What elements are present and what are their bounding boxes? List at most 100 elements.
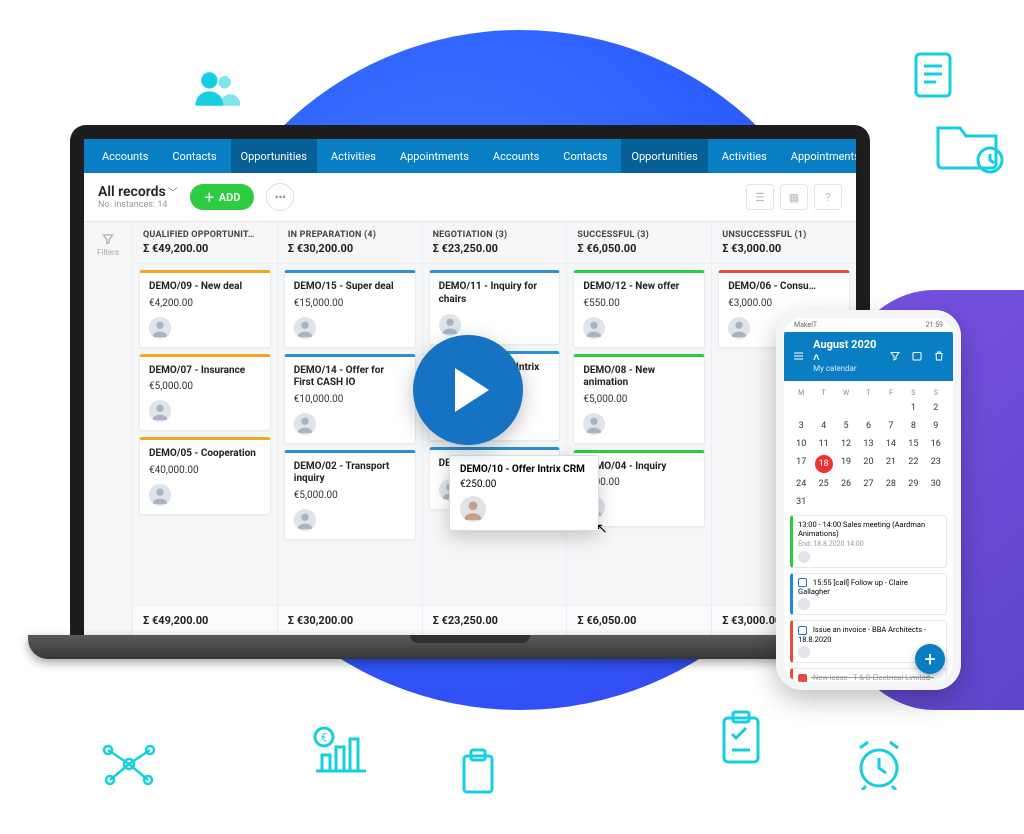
calendar-day[interactable]: 17 — [790, 453, 812, 475]
calendar-day[interactable]: 23 — [925, 453, 947, 475]
opportunity-card[interactable]: DEMO/05 - Cooperation €40,000.00 — [139, 437, 271, 515]
avatar — [149, 317, 171, 339]
column-footer: Σ €6,050.00 — [567, 605, 711, 635]
avatar — [149, 484, 171, 506]
column-header: NEGOTIATION (3) Σ €23,250.00 — [423, 222, 567, 264]
clipboard-icon — [458, 748, 498, 796]
calendar-header: August 2020 ˄ My calendar — [784, 332, 953, 381]
folder-clock-icon — [932, 110, 1006, 176]
calendar-day[interactable]: 6 — [857, 417, 879, 435]
dragging-card[interactable]: DEMO/10 - Offer Intrix CRM €250.00 — [449, 455, 599, 531]
nav-tab-contacts[interactable]: Contacts — [162, 139, 226, 173]
help-icon[interactable]: ? — [814, 184, 842, 210]
calendar-day[interactable]: 10 — [790, 435, 812, 453]
opportunity-card[interactable]: DEMO/12 - New offer €550.00 — [573, 270, 705, 348]
column-header: QUALIFIED OPPORTUNIT… Σ €49,200.00 — [133, 222, 277, 264]
checkbox[interactable] — [798, 674, 807, 682]
column-footer: Σ €23,250.00 — [423, 605, 567, 635]
avatar — [294, 317, 316, 339]
calendar-day[interactable]: 7 — [880, 417, 902, 435]
nav-tab-accounts[interactable]: Accounts — [92, 139, 158, 173]
add-button[interactable]: ＋ ADD — [190, 184, 255, 210]
calendar-day[interactable]: 27 — [857, 475, 879, 493]
opportunity-card[interactable]: DEMO/15 - Super deal €15,000.00 — [284, 270, 416, 348]
opportunity-card[interactable]: DEMO/14 - Offer for First CASH IO €10,00… — [284, 354, 416, 444]
calendar-day[interactable]: 31 — [790, 493, 812, 511]
alarm-clock-icon — [852, 740, 906, 790]
opportunity-card[interactable]: DEMO/07 - Insurance €5,000.00 — [139, 354, 271, 432]
kanban-column: SUCCESSFUL (3) Σ €6,050.00 DEMO/12 - New… — [566, 222, 711, 635]
opportunity-card[interactable]: DEMO/11 - Inquiry for chairs — [429, 270, 561, 345]
nav-tab-contacts[interactable]: Contacts — [553, 139, 617, 173]
nav-tab-appointments[interactable]: Appointments — [781, 139, 870, 173]
today-icon[interactable] — [911, 350, 923, 362]
avatar — [439, 314, 461, 336]
svg-text:€: € — [321, 731, 327, 744]
calendar-day[interactable]: 16 — [925, 435, 947, 453]
calendar-day[interactable]: 26 — [835, 475, 857, 493]
fab-add-button[interactable]: + — [915, 644, 945, 674]
calendar-day[interactable]: 21 — [880, 453, 902, 475]
nav-tab-accounts[interactable]: Accounts — [483, 139, 549, 173]
calendar-day[interactable]: 29 — [902, 475, 924, 493]
chevron-up-icon[interactable]: ˄ — [813, 351, 819, 364]
column-header: UNSUCCESSFUL (1) Σ €3,000.00 — [712, 222, 856, 264]
avatar — [798, 646, 810, 658]
nav-tab-activities[interactable]: Activities — [712, 139, 777, 173]
avatar — [294, 413, 316, 435]
calendar-day[interactable]: 13 — [857, 435, 879, 453]
column-footer: Σ €30,200.00 — [278, 605, 422, 635]
calendar-month[interactable]: August 2020 — [813, 338, 876, 351]
calendar-day[interactable]: 24 — [790, 475, 812, 493]
agenda-event[interactable]: 15:55 [call] Follow up - Claire Gallaghe… — [790, 573, 947, 616]
checkbox[interactable] — [798, 626, 807, 635]
calendar-day[interactable]: 15 — [902, 435, 924, 453]
chevron-down-icon[interactable]: ﹀ — [168, 188, 178, 199]
opportunity-card[interactable]: DEMO/08 - New animation €5,000.00 — [573, 354, 705, 444]
checkbox[interactable] — [798, 578, 807, 587]
network-icon — [100, 740, 158, 788]
filters-button[interactable]: Filters — [84, 222, 132, 635]
filter-icon[interactable] — [889, 350, 901, 362]
avatar — [583, 317, 605, 339]
calendar-day[interactable]: 9 — [925, 417, 947, 435]
calendar-day[interactable]: 1 — [902, 399, 924, 417]
nav-tab-appointments[interactable]: Appointments — [390, 139, 479, 173]
calendar-day[interactable]: 3 — [790, 417, 812, 435]
play-video-button[interactable] — [413, 335, 523, 445]
calendar-day[interactable]: 28 — [880, 475, 902, 493]
view-kanban-icon[interactable]: ▦ — [780, 184, 808, 210]
kanban-column: QUALIFIED OPPORTUNIT… Σ €49,200.00 DEMO/… — [132, 222, 277, 635]
calendar-subtitle: My calendar — [813, 364, 881, 373]
avatar — [149, 400, 171, 422]
calendar-day[interactable]: 12 — [835, 435, 857, 453]
calendar-day[interactable]: 18 — [815, 455, 833, 473]
calendar-day[interactable]: 25 — [812, 475, 834, 493]
calendar-day[interactable]: 30 — [925, 475, 947, 493]
nav-tab-opportunities[interactable]: Opportunities — [231, 139, 317, 173]
calendar-day[interactable]: 4 — [812, 417, 834, 435]
calendar-day[interactable]: 22 — [902, 453, 924, 475]
more-actions-button[interactable]: ••• — [266, 183, 294, 211]
calendar-day[interactable]: 11 — [812, 435, 834, 453]
view-list-icon[interactable]: ☰ — [746, 184, 774, 210]
opportunity-card[interactable]: DEMO/02 - Transport inquiry €5,000.00 — [284, 450, 416, 540]
view-title[interactable]: All records — [98, 184, 166, 200]
avatar — [798, 551, 810, 563]
calendar-day[interactable]: 14 — [880, 435, 902, 453]
trash-icon[interactable] — [933, 350, 945, 362]
calendar-day[interactable]: 8 — [902, 417, 924, 435]
opportunity-card[interactable]: DEMO/09 - New deal €4,200.00 — [139, 270, 271, 348]
subheader: All records﹀ No. instances: 14 ＋ ADD •••… — [84, 173, 856, 222]
avatar — [798, 598, 810, 610]
avatar — [583, 413, 605, 435]
nav-tab-opportunities[interactable]: Opportunities — [621, 139, 707, 173]
agenda-event[interactable]: 13:00 - 14:00 Sales meeting (Aardman Ani… — [790, 515, 947, 568]
hamburger-icon[interactable] — [792, 350, 805, 362]
calendar-day[interactable]: 2 — [925, 399, 947, 417]
calendar-day[interactable]: 19 — [835, 453, 857, 475]
calendar-day[interactable]: 5 — [835, 417, 857, 435]
calendar-day[interactable]: 20 — [857, 453, 879, 475]
nav-tab-activities[interactable]: Activities — [321, 139, 386, 173]
top-nav: AccountsContactsOpportunitiesActivitiesA… — [84, 139, 856, 173]
